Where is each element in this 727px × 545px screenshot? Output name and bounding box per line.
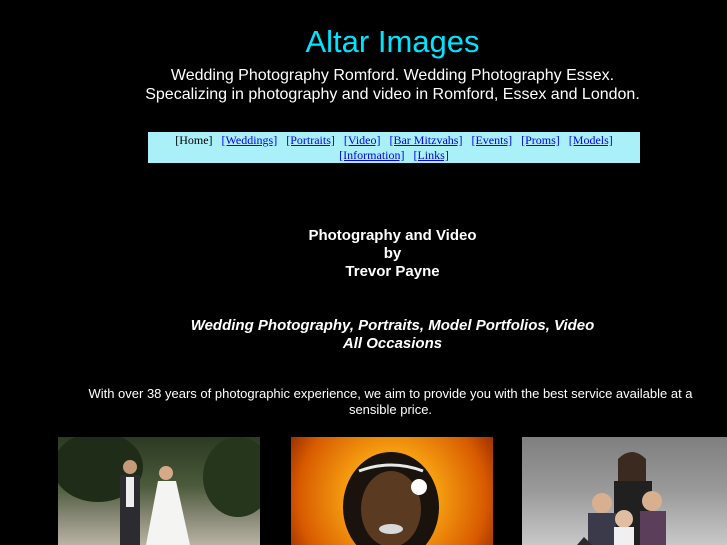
wedding-couple-photo[interactable]: [58, 437, 260, 545]
intro-text: With over 38 years of photographic exper…: [88, 386, 693, 417]
family-portrait-illustration: [577, 452, 666, 545]
nav-link-information[interactable]: [Information]: [339, 148, 404, 162]
nav-link-links[interactable]: [Links]: [413, 148, 448, 162]
nav-link-bar-mitzvahs[interactable]: [Bar Mitzvahs]: [389, 133, 462, 147]
byline-line-2: by: [383, 245, 402, 262]
nav-link-models[interactable]: [Models]: [569, 133, 613, 147]
site-subtitle: Wedding Photography Romford. Wedding Pho…: [0, 66, 727, 104]
byline-line-1: Photography and Video: [308, 227, 477, 244]
portrait-photo[interactable]: [291, 437, 493, 545]
subtitle-line-2: Specalizing in photography and video in …: [145, 86, 640, 103]
nav-link-proms[interactable]: [Proms]: [521, 133, 560, 147]
wedding-couple-illustration: [58, 437, 260, 545]
nav-link-events[interactable]: [Events]: [471, 133, 512, 147]
byline-line-3: Trevor Payne: [345, 263, 440, 280]
services-line-1: Wedding Photography, Portraits, Model Po…: [190, 317, 595, 334]
portrait-illustration: [343, 452, 439, 545]
site-title: Altar Images: [305, 24, 480, 59]
subtitle-line-1: Wedding Photography Romford. Wedding Pho…: [170, 67, 615, 84]
nav-home: [Home]: [175, 133, 213, 147]
nav-bar: [Home] [Weddings] [Portraits] [Video] [B…: [148, 132, 640, 163]
nav-link-video[interactable]: [Video]: [344, 133, 381, 147]
services-heading: Wedding Photography, Portraits, Model Po…: [0, 317, 727, 353]
nav-link-portraits[interactable]: [Portraits]: [286, 133, 335, 147]
family-portrait-photo[interactable]: [522, 437, 727, 545]
services-line-2: All Occasions: [342, 335, 443, 352]
nav-link-weddings[interactable]: [Weddings]: [222, 133, 278, 147]
byline: Photography and Video by Trevor Payne: [0, 227, 727, 281]
